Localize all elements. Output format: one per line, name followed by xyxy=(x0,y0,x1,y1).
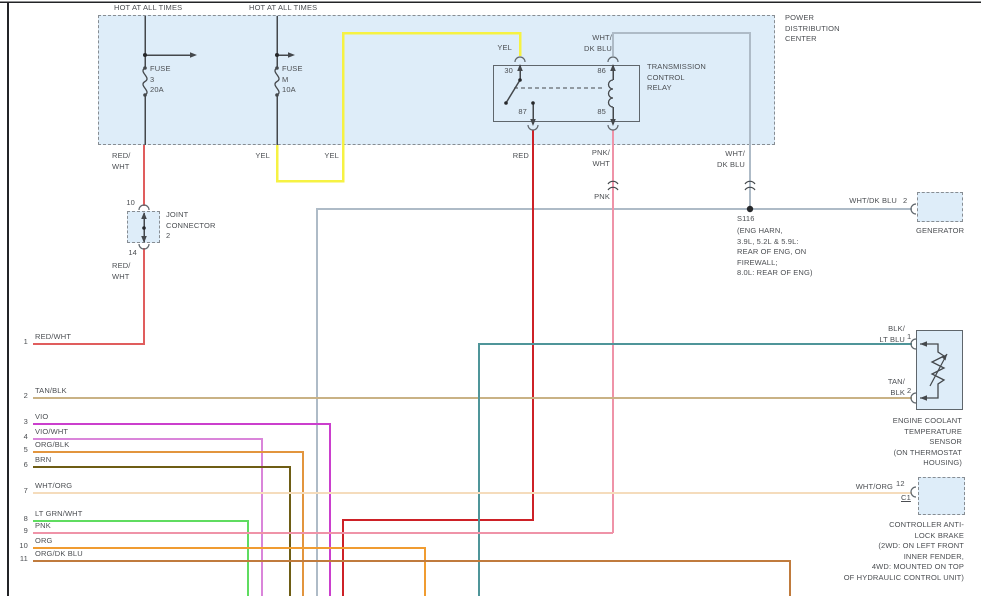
relay-blade-contact xyxy=(504,101,508,105)
label-circuit-6: BRN xyxy=(35,455,52,464)
label-jc-pin-10: 10 xyxy=(126,198,135,207)
wire-orgdkblu-circuit-11 xyxy=(33,560,791,596)
label-blkltblu-label: BLK/ LT BLU xyxy=(879,324,905,344)
label-circuit-6-num: 6 xyxy=(23,460,28,469)
relay-pin86-arrow xyxy=(610,64,616,71)
wire-relay-switch-blade xyxy=(505,79,521,104)
label-circuit-5-num: 5 xyxy=(23,445,28,454)
joint-connector-down-arrow xyxy=(141,236,147,243)
label-s116-note: (ENG HARN, 3.9L, 5.2L & 5.9L: REAR OF EN… xyxy=(737,226,813,277)
fuse-3-junction xyxy=(143,53,147,57)
label-circuit-11: ORG/DK BLU xyxy=(35,549,83,558)
label-circuit-4-num: 4 xyxy=(23,432,28,441)
label-cab-connector-c1: C1 xyxy=(901,493,911,502)
label-hot-at-all-times-2: HOT AT ALL TIMES xyxy=(249,3,318,12)
joint-connector-up-arrow xyxy=(141,212,147,219)
label-circuit-3: VIO xyxy=(35,412,49,421)
label-whtorg-cab-label: WHT/ORG xyxy=(855,482,893,491)
label-power-distribution-center: POWER DISTRIBUTION CENTER xyxy=(785,13,840,43)
relay-pin30-connector xyxy=(514,56,526,63)
label-pnk-label: PNK xyxy=(594,192,610,201)
label-circuit-7-num: 7 xyxy=(23,486,28,495)
label-circuit-3-num: 3 xyxy=(23,417,28,426)
label-pnkwht-label: PNK/ WHT xyxy=(591,148,610,168)
label-circuit-7: WHT/ORG xyxy=(35,481,73,490)
label-circuit-4: VIO/WHT xyxy=(35,427,69,436)
label-generator-pin-2: 2 xyxy=(903,196,908,205)
label-circuit-10-num: 10 xyxy=(19,541,28,550)
wires-layer xyxy=(0,1,981,596)
label-circuit-8-num: 8 xyxy=(23,514,28,523)
label-hot-at-all-times-1: HOT AT ALL TIMES xyxy=(114,3,183,12)
label-jc-pin-14: 14 xyxy=(128,248,137,257)
label-circuit-8: LT GRN/WHT xyxy=(35,509,83,518)
label-red-label: RED xyxy=(512,151,529,160)
label-relay-pin-87: 87 xyxy=(518,107,527,116)
label-circuit-1-num: 1 xyxy=(23,337,28,346)
label-fuse-3-label: FUSE 3 20A xyxy=(150,64,171,94)
relay-pin30-arrow xyxy=(517,64,523,71)
label-ect-sensor: ENGINE COOLANT TEMPERATURE SENSOR (ON TH… xyxy=(892,416,962,467)
label-circuit-10: ORG xyxy=(35,536,53,545)
label-whtdkblu-right: WHT/ DK BLU xyxy=(717,149,745,169)
label-circuit-2-num: 2 xyxy=(23,391,28,400)
fuse-3-feed-arrow xyxy=(190,52,197,58)
label-relay-pin-85: 85 xyxy=(597,107,606,116)
label-relay-pin-86: 86 xyxy=(597,66,606,75)
label-generator: GENERATOR xyxy=(916,226,965,235)
label-circuit-9: PNK xyxy=(35,521,51,530)
wire-red-wire xyxy=(342,130,534,596)
label-s116: S116 xyxy=(737,214,755,223)
wire-whtdkblu-relay-coil xyxy=(612,32,751,209)
relay-pin30-contact xyxy=(518,78,522,82)
label-joint-connector: JOINT CONNECTOR 2 xyxy=(166,210,216,240)
label-circuit-9-num: 9 xyxy=(23,526,28,535)
fuse-m-feed-arrow xyxy=(288,52,295,58)
label-redwht-upper: RED/ WHT xyxy=(112,151,131,171)
label-yel-at-pin30: YEL xyxy=(497,43,512,52)
label-whtdkblu-generator: WHT/DK BLU xyxy=(849,196,897,205)
label-circuit-2: TAN/BLK xyxy=(35,386,67,395)
label-yel-2: YEL xyxy=(324,151,339,160)
label-cab-pin-12: 12 xyxy=(896,479,905,488)
label-tanblk-sensor-label: TAN/ BLK xyxy=(887,377,905,397)
label-sensor-pin-2: 2 xyxy=(907,386,912,395)
fuse-3-symbol xyxy=(142,67,148,96)
relay-coil xyxy=(607,79,614,108)
label-fuse-m-label: FUSE M 10A xyxy=(282,64,303,94)
label-circuit-5: ORG/BLK xyxy=(35,440,70,449)
relay-pin85-arrow xyxy=(610,119,616,126)
label-circuit-11-num: 11 xyxy=(19,554,28,563)
label-yel-1: YEL xyxy=(255,151,270,160)
relay-pin86-connector xyxy=(607,56,619,63)
label-sensor-pin-1: 1 xyxy=(907,332,912,341)
label-whtdkblu-at-pin86: WHT/ DK BLU xyxy=(584,33,612,53)
label-circuit-1: RED/WHT xyxy=(35,332,72,341)
relay-pin87-arrow xyxy=(530,119,536,126)
relay-pin87-contact xyxy=(531,101,535,105)
fuse-m-junction xyxy=(275,53,279,57)
label-controller-antilock-brake: CONTROLLER ANTI- LOCK BRAKE (2WD: ON LEF… xyxy=(843,520,964,582)
label-relay-pin-30: 30 xyxy=(504,66,513,75)
wire-yel-wire xyxy=(275,31,522,183)
label-transmission-control-relay: TRANSMISSION CONTROL RELAY xyxy=(647,62,706,92)
s116-splice-dot xyxy=(746,205,754,213)
joint-connector-dot xyxy=(142,226,146,230)
wiring-diagram-canvas: HOT AT ALL TIMES HOT AT ALL TIMES POWER DI… xyxy=(0,0,981,596)
fuse-m-symbol xyxy=(274,67,280,96)
coolant-thermistor xyxy=(920,343,946,399)
label-redwht-lower: RED/ WHT xyxy=(112,261,131,281)
coolant-thermistor-arrow-bottom xyxy=(920,395,927,401)
coolant-thermistor-arrow-top xyxy=(920,341,927,347)
wire-org-circuit-10 xyxy=(33,547,426,596)
